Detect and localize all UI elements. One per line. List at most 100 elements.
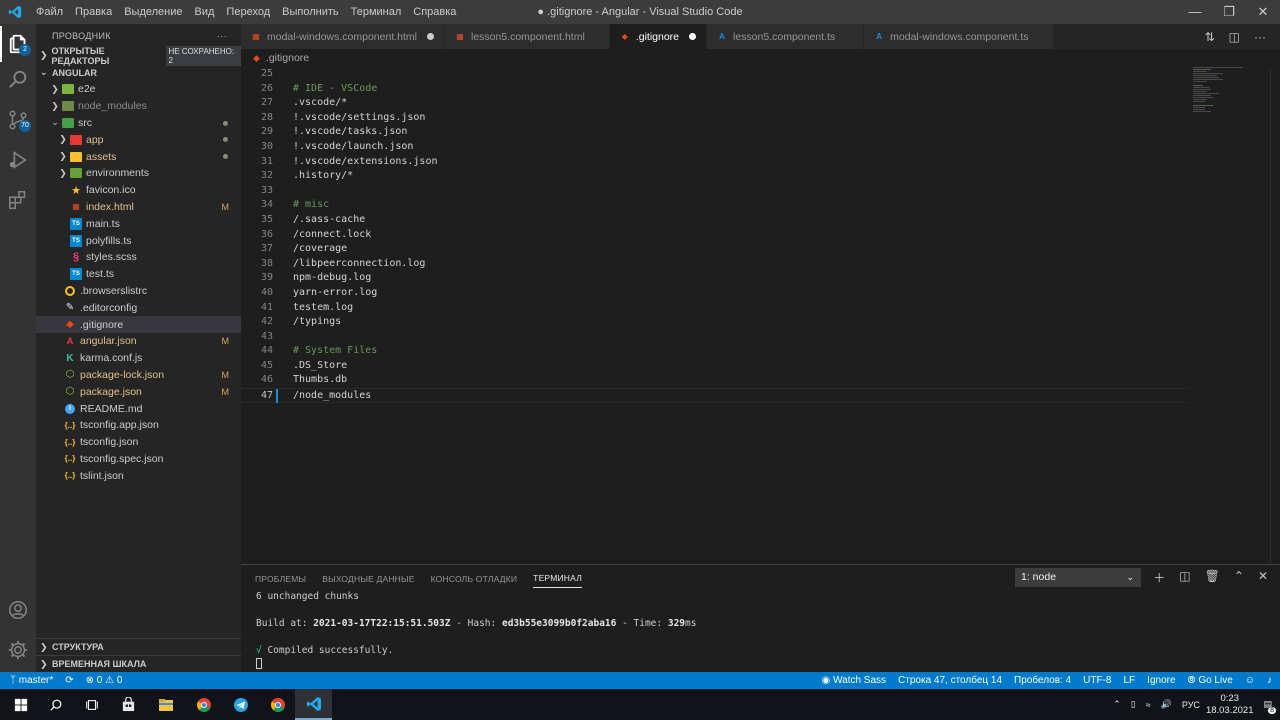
split-editor-icon[interactable]: ◫	[1229, 30, 1240, 44]
menu-edit[interactable]: Правка	[69, 0, 118, 24]
tree-item-environments[interactable]: ❯ environments	[36, 165, 241, 182]
tree-item-editorconfig[interactable]: ✎ .editorconfig	[36, 299, 241, 316]
store-bag-icon[interactable]	[110, 689, 147, 720]
chrome-icon[interactable]	[185, 689, 222, 720]
maximize-panel-icon[interactable]: ⌃	[1234, 569, 1244, 586]
menu-help[interactable]: Справка	[407, 0, 462, 24]
breadcrumb-file[interactable]: .gitignore	[266, 52, 309, 64]
terminal-select[interactable]: 1: node ⌄	[1015, 568, 1141, 587]
tree-item-angular-json[interactable]: A angular.json M	[36, 333, 241, 350]
git-branch[interactable]: ᛉ master*	[10, 675, 53, 686]
tab-terminal[interactable]: ТЕРМИНАЛ	[533, 567, 582, 588]
settings-gear-icon[interactable]	[0, 632, 36, 668]
run-debug-icon[interactable]	[0, 142, 36, 178]
menu-view[interactable]: Вид	[189, 0, 221, 24]
minimap[interactable]	[1193, 67, 1269, 131]
tree-item-app[interactable]: ❯ app	[36, 131, 241, 148]
tab-output[interactable]: ВЫХОДНЫЕ ДАННЫЕ	[322, 568, 414, 588]
feedback-icon[interactable]: ☺	[1245, 675, 1255, 686]
open-changes-icon[interactable]: ⇅	[1205, 30, 1215, 44]
close-panel-icon[interactable]: ✕	[1258, 569, 1268, 586]
indentation[interactable]: Пробелов: 4	[1014, 675, 1071, 686]
bell-icon[interactable]: ♪	[1267, 675, 1272, 686]
menu-go[interactable]: Переход	[220, 0, 276, 24]
tree-item-src[interactable]: ⌄ src	[36, 115, 241, 132]
scm-badge: 70	[19, 120, 31, 132]
telegram-icon[interactable]	[222, 689, 259, 720]
chevron-up-icon[interactable]: ⌃	[1113, 699, 1121, 710]
menu-selection[interactable]: Выделение	[118, 0, 188, 24]
extensions-icon[interactable]	[0, 182, 36, 218]
editor-scrollbar[interactable]	[1270, 67, 1280, 564]
encoding[interactable]: UTF-8	[1083, 675, 1111, 686]
tree-item-package-lock[interactable]: ⬡ package-lock.json M	[36, 367, 241, 384]
tree-item-package-json[interactable]: ⬡ package.json M	[36, 383, 241, 400]
trash-icon[interactable]: 🗑	[1205, 569, 1220, 586]
split-terminal-icon[interactable]: ◫	[1179, 569, 1190, 586]
menu-run[interactable]: Выполнить	[276, 0, 344, 24]
timeline-section[interactable]: ❯ ВРЕМЕННАЯ ШКАЛА	[36, 655, 241, 672]
outline-section[interactable]: ❯ СТРУКТУРА	[36, 638, 241, 655]
tree-item-index-html[interactable]: ▦ index.html M	[36, 199, 241, 216]
tree-item-test-ts[interactable]: TS test.ts	[36, 266, 241, 283]
explorer-icon[interactable]: 2	[0, 26, 36, 62]
battery-icon[interactable]: ▯	[1131, 699, 1136, 710]
search-icon[interactable]	[37, 689, 74, 720]
tree-item-favicon[interactable]: ★ favicon.ico	[36, 182, 241, 199]
tree-item-tsconfig[interactable]: {..} tsconfig.json	[36, 434, 241, 451]
tree-item-polyfills-ts[interactable]: TS polyfills.ts	[36, 232, 241, 249]
task-view-icon[interactable]	[73, 689, 110, 720]
minimize-button[interactable]: —	[1178, 0, 1212, 24]
tree-item-tsconfig-app[interactable]: {..} tsconfig.app.json	[36, 417, 241, 434]
more-actions-icon[interactable]: ···	[217, 31, 227, 41]
tab-lesson5-html[interactable]: ▦ lesson5.component.html	[444, 24, 610, 49]
menu-terminal[interactable]: Терминал	[345, 0, 408, 24]
sync-icon[interactable]: ⟳	[65, 675, 73, 686]
volume-icon[interactable]: 🔊	[1161, 699, 1172, 710]
tab-debug-console[interactable]: КОНСОЛЬ ОТЛАДКИ	[431, 568, 518, 588]
vscode-icon[interactable]	[295, 689, 332, 720]
source-control-icon[interactable]: 70	[0, 102, 36, 138]
end-of-line[interactable]: LF	[1124, 675, 1136, 686]
go-live-button[interactable]: ⦾ Go Live	[1188, 675, 1233, 686]
tab-modal-windows-html[interactable]: ▦ modal-windows.component.html	[241, 24, 445, 49]
close-window-button[interactable]: ✕	[1246, 0, 1280, 24]
tree-item-assets[interactable]: ❯ assets	[36, 148, 241, 165]
maximize-button[interactable]: ❐	[1212, 0, 1246, 24]
tree-item-gitignore[interactable]: ◆ .gitignore	[36, 316, 241, 333]
notifications-icon[interactable]: ▤ 8	[1263, 699, 1276, 714]
tree-item-node-modules[interactable]: ❯ node_modules	[36, 98, 241, 115]
tree-item-main-ts[interactable]: TS main.ts	[36, 215, 241, 232]
clock[interactable]: 0:23 18.03.2021	[1206, 693, 1254, 717]
cursor-position[interactable]: Строка 47, столбец 14	[898, 675, 1002, 686]
tree-item-tslint[interactable]: {..} tslint.json	[36, 467, 241, 484]
language-mode[interactable]: Ignore	[1147, 675, 1175, 686]
chrome-icon[interactable]	[259, 689, 296, 720]
menu-file[interactable]: Файл	[30, 0, 69, 24]
network-icon[interactable]: ≈	[1146, 700, 1151, 710]
file-explorer-icon[interactable]	[147, 689, 184, 720]
tree-item-karma-conf[interactable]: K karma.conf.js	[36, 350, 241, 367]
tree-item-e2e[interactable]: ❯ e2e	[36, 81, 241, 98]
tree-item-styles-scss[interactable]: § styles.scss	[36, 249, 241, 266]
tab-problems[interactable]: ПРОБЛЕМЫ	[255, 568, 306, 588]
add-terminal-icon[interactable]: ＋	[1153, 569, 1165, 586]
tree-item-tsconfig-spec[interactable]: {..} tsconfig.spec.json	[36, 451, 241, 468]
terminal-output[interactable]: 6 unchanged chunks Build at: 2021-03-17T…	[256, 590, 696, 670]
open-editors-section[interactable]: ❯ ОТКРЫТЫЕ РЕДАКТОРЫ НЕ СОХРАНЕНО: 2	[36, 45, 241, 66]
code-editor[interactable]: 25 26 # IDE - VSCode 27 .vscode/* 28 !.vsco…	[241, 67, 1280, 564]
more-actions-icon[interactable]: ···	[1254, 30, 1266, 44]
problems-indicator[interactable]: ⊗ 0 ⚠ 0	[86, 675, 123, 686]
project-section[interactable]: ⌄ ANGULAR	[36, 64, 241, 81]
tab-modal-windows-ts[interactable]: A modal-windows.component.ts	[864, 24, 1054, 49]
tree-item-readme[interactable]: i README.md	[36, 400, 241, 417]
tab-gitignore[interactable]: ◆ .gitignore	[609, 24, 708, 49]
windows-start-icon[interactable]	[2, 689, 39, 720]
language-indicator[interactable]: РУС	[1182, 700, 1200, 710]
watch-sass-button[interactable]: ◉ Watch Sass	[822, 675, 887, 686]
tree-item-browserslistrc[interactable]: .browserslistrc	[36, 283, 241, 300]
tab-lesson5-ts[interactable]: A lesson5.component.ts	[707, 24, 865, 49]
search-icon[interactable]	[0, 62, 36, 98]
account-icon[interactable]	[0, 592, 36, 628]
tree-item-label: karma.conf.js	[80, 352, 143, 365]
